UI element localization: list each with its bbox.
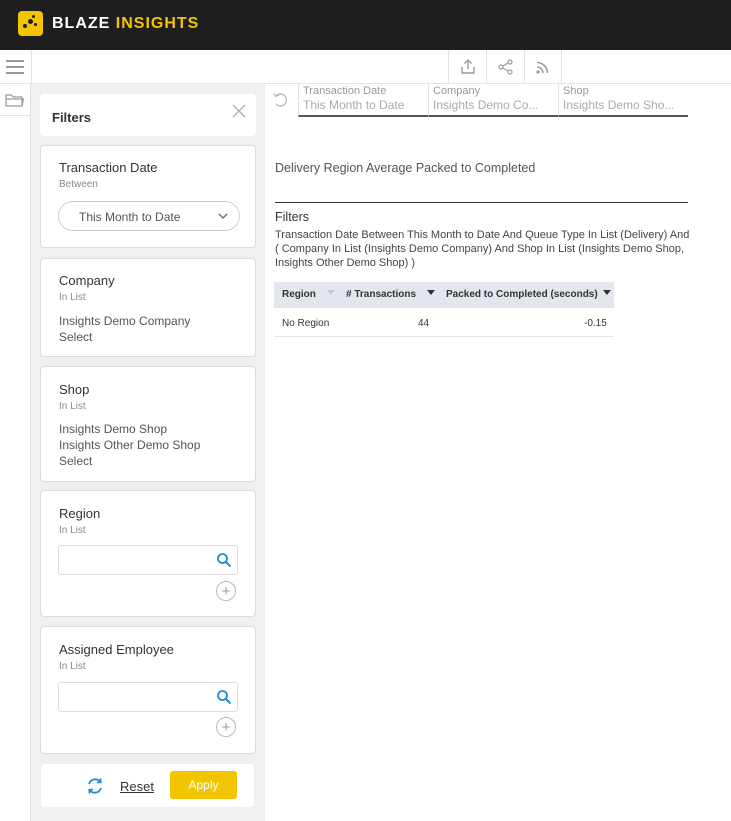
report-filters-description: Transaction Date Between This Month to D… (275, 229, 690, 269)
export-icon[interactable] (448, 50, 486, 84)
divider (0, 115, 31, 116)
breadcrumb-company[interactable]: Company Insights Demo Co... (428, 84, 558, 117)
filter-card-transaction-date: Transaction Date Between This Month to D… (40, 145, 256, 248)
filter-value[interactable]: Insights Demo Company (59, 314, 190, 328)
logo-icon (18, 11, 43, 36)
cell-packed-to-completed: -0.15 (584, 318, 607, 329)
undo-icon[interactable] (272, 92, 290, 108)
menu-icon[interactable] (0, 50, 32, 84)
breadcrumb-label: Shop (563, 85, 589, 97)
report-title: Delivery Region Average Packed to Comple… (275, 161, 536, 175)
date-range-select[interactable]: This Month to Date (58, 201, 240, 231)
add-icon[interactable]: + (216, 717, 236, 737)
filter-card-company: Company In List Insights Demo Company Se… (40, 258, 256, 357)
column-header-region[interactable]: Region (282, 289, 316, 300)
sort-caret-icon[interactable] (327, 290, 335, 295)
apply-button[interactable]: Apply (170, 771, 237, 799)
brand-name: BLAZE INSIGHTS (52, 15, 199, 33)
filter-card-title: Transaction Date (59, 160, 158, 175)
left-rail (0, 84, 31, 821)
filter-card-operator: Between (59, 179, 98, 190)
date-range-value: This Month to Date (79, 210, 181, 224)
cell-region: No Region (282, 318, 330, 329)
filter-value[interactable]: Insights Demo Shop (59, 422, 167, 436)
filter-card-title: Shop (59, 382, 90, 397)
filter-card-region: Region In List + (40, 490, 256, 617)
filter-card-operator: In List (59, 661, 86, 672)
filter-card-title: Region (59, 506, 101, 521)
table-row: No Region 44 -0.15 (274, 308, 614, 337)
filter-card-assigned-employee: Assigned Employee In List + (40, 626, 256, 754)
reset-link[interactable]: Reset (120, 779, 154, 794)
add-icon[interactable]: + (216, 581, 236, 601)
top-bar: BLAZE INSIGHTS (0, 0, 731, 50)
breadcrumb-transaction-date[interactable]: Transaction Date This Month to Date (298, 84, 428, 117)
filter-select-link[interactable]: Select (59, 330, 92, 344)
breadcrumb-value: This Month to Date (303, 98, 405, 112)
brand-word-1: BLAZE (52, 15, 111, 32)
column-header-transactions[interactable]: # Transactions (346, 289, 416, 300)
filter-card-operator: In List (59, 292, 86, 303)
search-icon[interactable] (216, 689, 232, 705)
breadcrumb-label: Transaction Date (303, 85, 387, 97)
filters-panel: Filters Transaction Date Between This Mo… (31, 84, 265, 821)
cell-transactions: 44 (418, 318, 430, 329)
filter-card-operator: In List (59, 525, 86, 536)
breadcrumb-label: Company (433, 85, 481, 97)
breadcrumb-shop[interactable]: Shop Insights Demo Sho... (558, 84, 688, 117)
filter-select-link[interactable]: Select (59, 454, 92, 468)
column-header-packed-to-completed[interactable]: Packed to Completed (seconds) (446, 289, 598, 300)
filter-card-title: Assigned Employee (59, 642, 174, 657)
sort-caret-icon[interactable] (603, 290, 611, 295)
folder-icon[interactable] (5, 92, 25, 113)
employee-search-input[interactable] (58, 682, 238, 712)
filter-card-operator: In List (59, 401, 86, 412)
chevron-down-icon (218, 213, 228, 219)
table-header: Region # Transactions Packed to Complete… (274, 282, 614, 308)
rss-icon[interactable] (524, 50, 562, 84)
sort-caret-icon[interactable] (427, 290, 435, 295)
filters-header: Filters (40, 94, 256, 136)
toolbar (0, 50, 731, 84)
report-filters-label: Filters (275, 210, 310, 224)
share-icon[interactable] (486, 50, 524, 84)
close-icon[interactable] (230, 102, 248, 120)
filter-card-title: Company (59, 273, 115, 288)
search-icon[interactable] (216, 552, 232, 568)
filter-actions: Reset Apply (41, 764, 254, 807)
refresh-icon[interactable] (85, 776, 105, 796)
filter-card-shop: Shop In List Insights Demo Shop Insights… (40, 366, 256, 482)
divider (275, 202, 688, 203)
brand-word-2: INSIGHTS (115, 15, 200, 32)
region-search-input[interactable] (58, 545, 238, 575)
filter-value[interactable]: Insights Other Demo Shop (59, 438, 200, 452)
breadcrumb-value: Insights Demo Co... (433, 98, 539, 112)
filters-title: Filters (52, 110, 92, 125)
breadcrumb-value: Insights Demo Sho... (563, 98, 675, 112)
